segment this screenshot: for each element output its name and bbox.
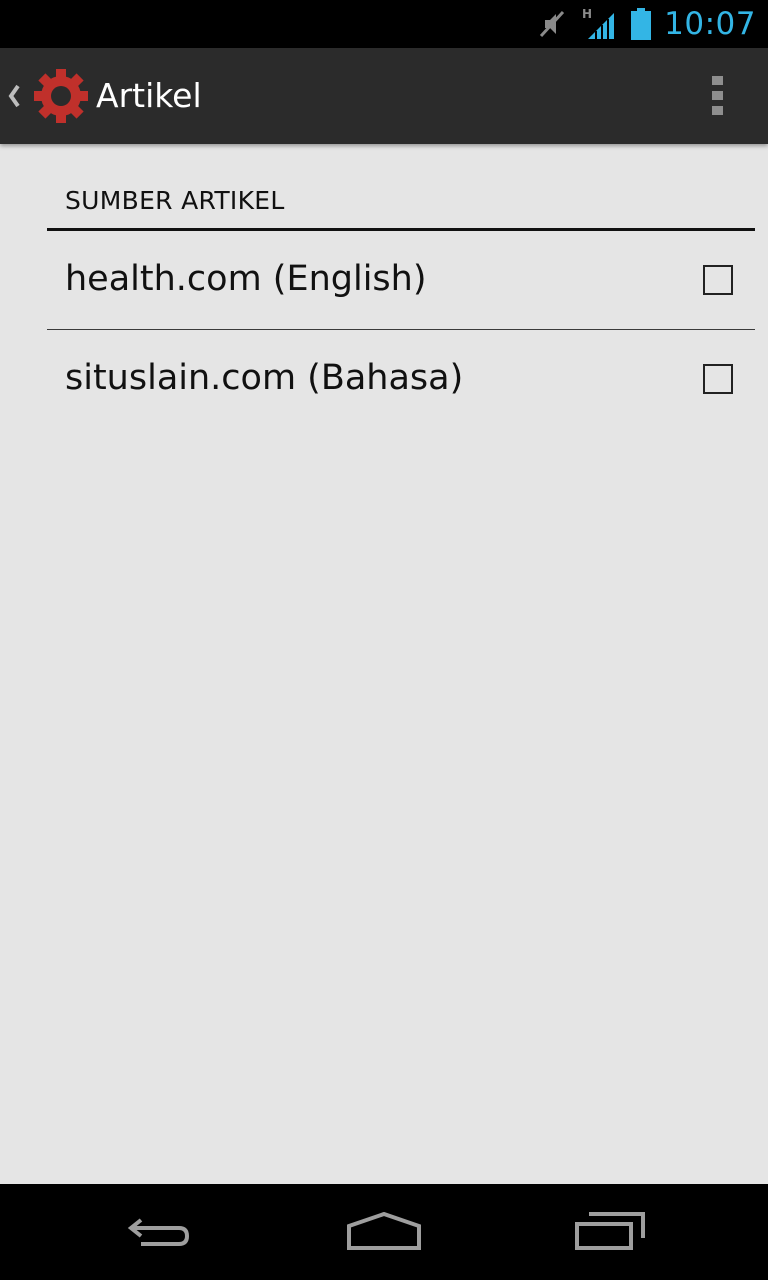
- network-type-label: H: [582, 7, 592, 21]
- page-title: Artikel: [96, 76, 202, 115]
- recents-button[interactable]: [535, 1184, 685, 1280]
- navigation-bar: [0, 1184, 768, 1280]
- preference-item-situslain[interactable]: situslain.com (Bahasa): [47, 330, 755, 428]
- overflow-menu-icon: [712, 76, 723, 115]
- battery-icon: [631, 8, 652, 40]
- signal-icon: H: [582, 7, 615, 39]
- back-button[interactable]: [85, 1184, 235, 1280]
- clock: 10:07: [664, 6, 756, 42]
- gear-icon: [34, 69, 88, 123]
- chevron-left-icon: [8, 84, 20, 108]
- action-bar: Artikel: [0, 48, 768, 144]
- category-title: SUMBER ARTIKEL: [65, 186, 285, 215]
- preference-item-health[interactable]: health.com (English): [47, 231, 755, 330]
- up-navigation-button[interactable]: Artikel: [0, 48, 220, 144]
- checkbox[interactable]: [703, 364, 733, 394]
- status-bar: H 10:07: [0, 0, 768, 48]
- home-button[interactable]: [309, 1184, 459, 1280]
- preference-category-header: SUMBER ARTIKEL: [47, 184, 755, 231]
- back-icon: [127, 1218, 190, 1246]
- mute-icon: [540, 10, 565, 38]
- checkbox[interactable]: [703, 265, 733, 295]
- preference-label: health.com (English): [65, 259, 427, 299]
- status-icons: H 10:07: [538, 0, 756, 48]
- preference-label: situslain.com (Bahasa): [65, 358, 464, 398]
- home-icon: [347, 1212, 421, 1250]
- overflow-menu-button[interactable]: [698, 76, 738, 116]
- recents-icon: [575, 1212, 645, 1250]
